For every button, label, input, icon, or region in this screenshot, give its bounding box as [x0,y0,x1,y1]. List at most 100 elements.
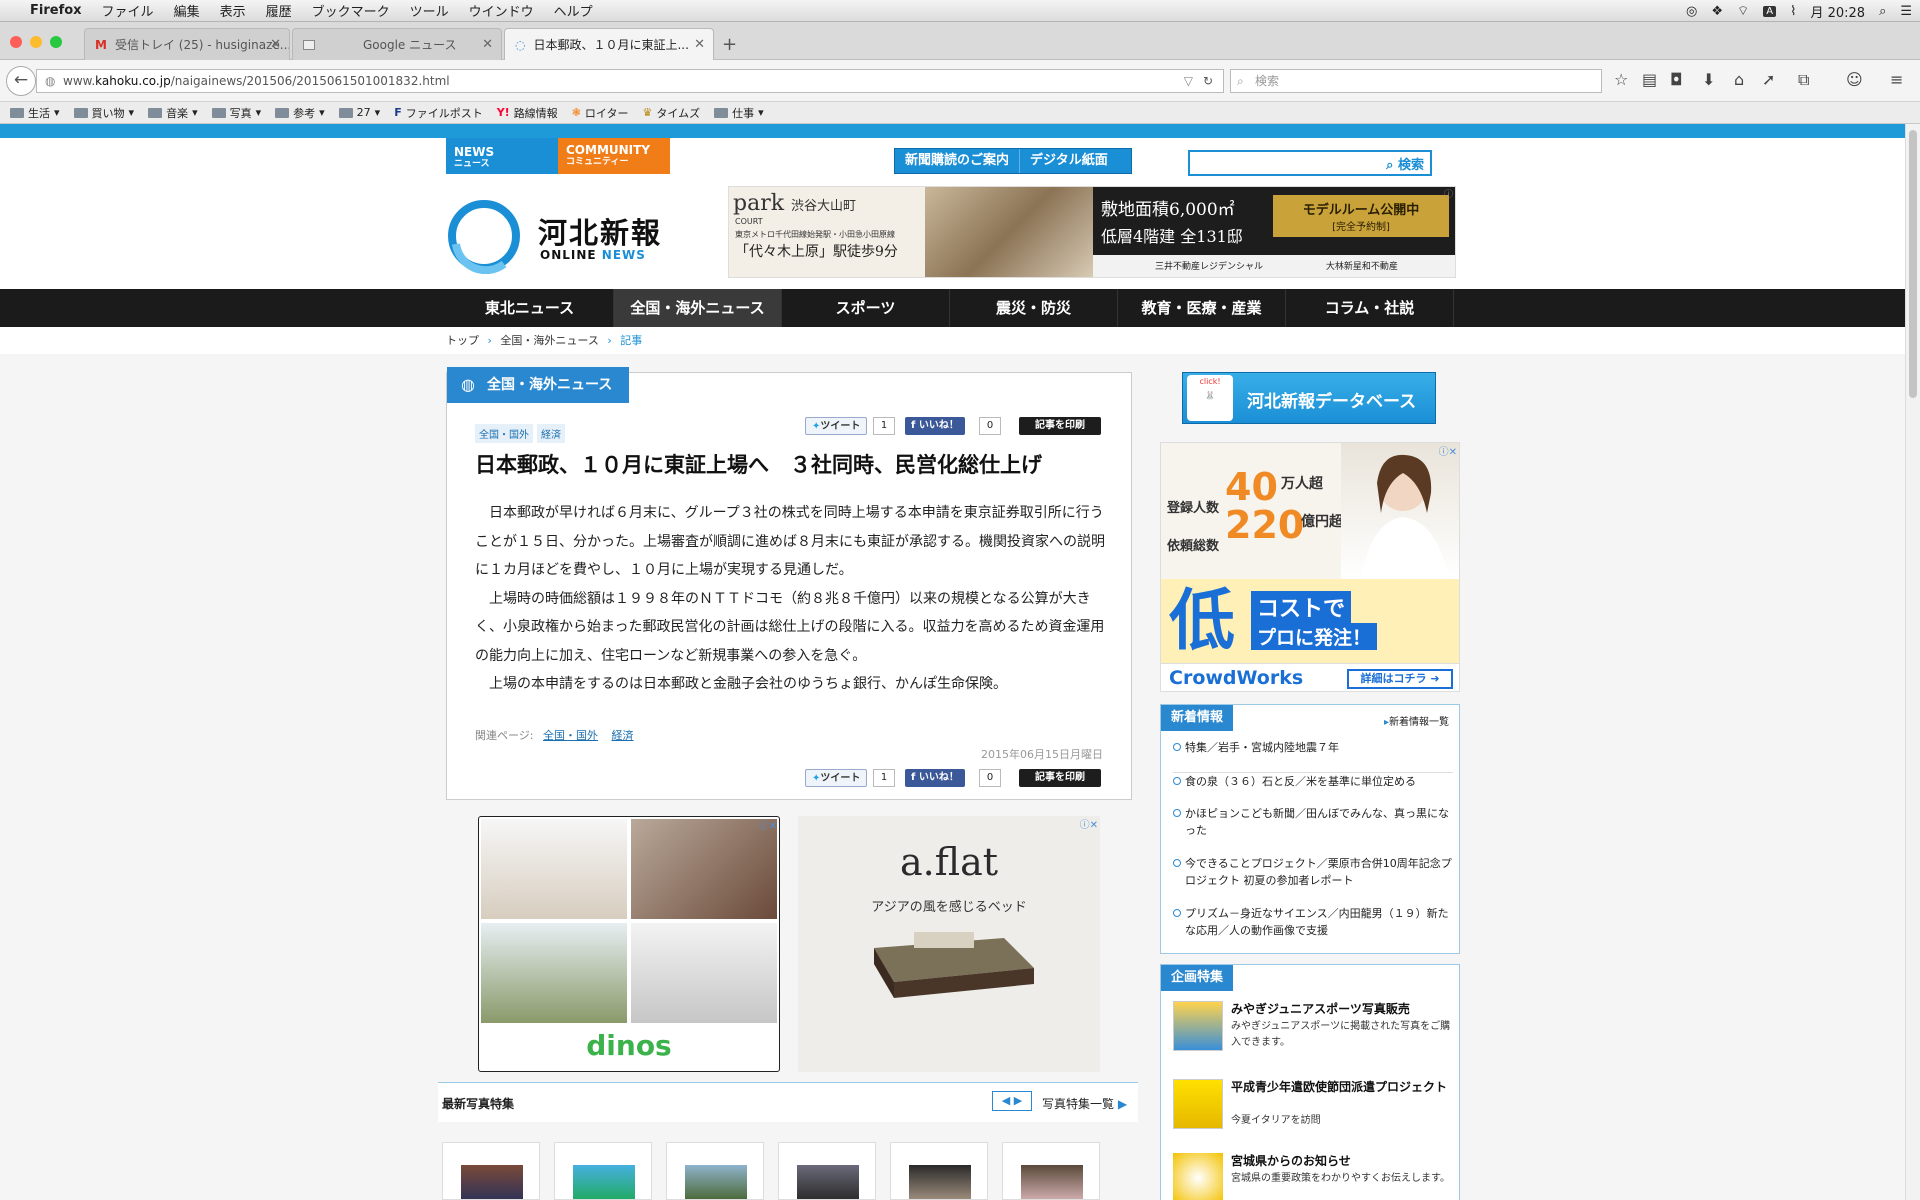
nav-national-world-news[interactable]: 全国・海外ニュース [614,289,782,327]
photo-thumbnail[interactable] [554,1142,652,1200]
close-icon[interactable]: ✕ [270,37,281,52]
menu-tools[interactable]: ツール [400,1,459,20]
spotlight-icon[interactable]: ⌕ [1879,4,1886,19]
feature-item[interactable]: 平成青少年遣欧使節団派遣プロジェクト 今夏イタリアを訪問 [1173,1079,1457,1135]
app-menu-firefox[interactable]: Firefox [20,3,92,18]
print-article-button[interactable]: 記事を印刷 [1019,769,1101,787]
bookmark-folder-shashin[interactable]: 写真 ▾ [211,105,261,121]
photo-thumbnail[interactable] [890,1142,988,1200]
tab-community[interactable]: COMMUNITY コミュニティー [558,138,670,174]
top-banner-ad[interactable]: park 渋谷大山町 COURT 東京メトロ千代田線始発駅・小田急小田原線 「代… [728,186,1456,278]
bookmark-star-icon[interactable]: ☆ [1614,70,1628,89]
new-info-all-link[interactable]: ▸新着情報一覧 [1384,713,1449,728]
tag-national[interactable]: 全国・国外 [475,424,533,443]
feature-item[interactable]: みやぎジュニアスポーツ写真販売 みやぎジュニアスポーツに掲載された写真をご購入で… [1173,1001,1457,1057]
creative-cloud-icon[interactable]: ◎ [1686,4,1697,19]
photo-thumbnail[interactable] [442,1142,540,1200]
breadcrumb-top[interactable]: トップ [446,334,479,347]
site-identity-icon[interactable]: ◍ [45,70,55,92]
pocket-icon[interactable]: ◘ [1670,70,1683,89]
new-tab-button[interactable]: + [722,34,737,55]
menu-file[interactable]: ファイル [92,1,164,20]
tab-gmail[interactable]: M 受信トレイ (25) - husiginaze... ✕ [84,28,290,60]
site-search-box[interactable]: ⌕ 検索 [1188,150,1432,176]
menu-bookmarks[interactable]: ブックマーク [302,1,400,20]
download-icon[interactable]: ⬇ [1702,70,1715,89]
arrow-left-icon[interactable]: ◀ [1002,1094,1010,1107]
dinos-ad[interactable]: dinos ⓘ✕ [478,816,780,1072]
adchoices-icon[interactable]: ⓘ✕ [1439,443,1457,458]
close-icon[interactable]: ✕ [694,37,705,52]
aflat-ad[interactable]: a.flat アジアの風を感じるベッド ⓘ✕ [798,816,1100,1072]
tab-kahoku-article[interactable]: ◌ 日本郵政、１０月に東証上... ✕ [504,28,714,60]
dropbox-icon[interactable]: ❖ [1711,4,1723,19]
url-dropdown-icon[interactable]: ▽ [1184,70,1193,92]
breadcrumb-category[interactable]: 全国・海外ニュース [500,334,598,347]
news-item[interactable]: 食の泉（３６）石と反／米を基準に単位定める [1173,772,1453,790]
bookmark-folder-shigoto[interactable]: 仕事 ▾ [714,105,764,121]
news-item[interactable]: 今できることプロジェクト／栗原市合併10周年記念プロジェクト 初夏の参加者レポー… [1173,855,1453,889]
minimize-window-button[interactable] [30,36,42,48]
facebook-like-button[interactable]: f いいね！ [905,417,965,435]
bookmark-folder-seikatsu[interactable]: 生活 ▾ [10,105,60,121]
kahoku-database-banner[interactable]: click! 🐰 河北新報データベース [1182,372,1436,424]
bookmark-folder-kaimono[interactable]: 買い物 ▾ [73,105,134,121]
tag-economy[interactable]: 経済 [537,424,565,443]
adchoices-icon[interactable]: ⓘ [1444,187,1453,200]
nav-sports[interactable]: スポーツ [782,289,950,327]
nav-education-medical-industry[interactable]: 教育・医療・産業 [1118,289,1286,327]
bookmark-reuters[interactable]: ❃ ロイター [572,105,629,121]
translate-icon[interactable]: ⧉ [1798,70,1809,90]
send-icon[interactable]: ➚ [1762,70,1775,89]
reload-icon[interactable]: ↻ [1203,70,1213,92]
input-source-indicator[interactable]: A [1763,5,1777,17]
nav-tohoku-news[interactable]: 東北ニュース [446,289,614,327]
news-item[interactable]: プリズム－身近なサイエンス／内田龍男（１９）新たな応用／人の動作画像で支援 [1173,905,1453,939]
chat-icon[interactable]: ☺ [1846,70,1863,89]
menu-history[interactable]: 履歴 [256,1,302,20]
home-icon[interactable]: ⌂ [1734,70,1744,89]
url-bar[interactable]: ◍ www.kahoku.co.jp/naigainews/201506/201… [36,69,1224,93]
site-logo-title[interactable]: 河北新報 [538,210,662,252]
print-article-button[interactable]: 記事を印刷 [1019,417,1101,435]
wifi-icon[interactable]: ⌇ [1790,4,1796,19]
menu-help[interactable]: ヘルプ [544,1,603,20]
site-search-button[interactable]: ⌕ 検索 [1386,154,1424,173]
reading-list-icon[interactable]: ▤ [1642,70,1657,89]
related-link-national[interactable]: 全国・国外 [543,729,598,742]
news-item[interactable]: 特集／岩手・宮城内陸地震７年 [1173,739,1453,756]
menu-window[interactable]: ウインドウ [459,1,544,20]
broadcast-icon[interactable]: ⌔ [1737,3,1749,19]
news-item[interactable]: かほピョンこども新聞／田んぼでみんな、真っ黒になった [1173,805,1453,839]
tab-google-news[interactable]: Google ニュース ✕ [292,28,502,60]
feature-item[interactable]: 宮城県からのお知らせ 宮城県の重要政策をわかりやすくお伝えします。 [1173,1153,1457,1200]
back-button[interactable]: ← [6,66,36,96]
notification-center-icon[interactable]: ☰ [1900,4,1912,19]
page-scrollbar[interactable] [1905,124,1920,1200]
tweet-button[interactable]: ✦ツイート [805,769,868,787]
subscribe-link[interactable]: 新聞購読のご案内 [895,149,1021,173]
close-window-button[interactable] [10,36,22,48]
hamburger-menu-icon[interactable]: ≡ [1890,70,1903,89]
digital-edition-link[interactable]: デジタル紙面 [1020,149,1118,173]
menubar-clock[interactable]: 月 20:28 [1810,2,1865,21]
photo-carousel-arrows[interactable]: ◀ ▶ [992,1091,1032,1111]
tweet-button[interactable]: ✦ツイート [805,417,868,435]
photo-list-link[interactable]: 写真特集一覧 ▶ [1042,1095,1127,1112]
facebook-like-button[interactable]: f いいね！ [905,769,965,787]
photo-thumbnail[interactable] [666,1142,764,1200]
related-link-economy[interactable]: 経済 [612,729,634,742]
adchoices-icon[interactable]: ⓘ✕ [1080,816,1098,831]
article-category-label[interactable]: ◍ 全国・海外ニュース [447,367,629,403]
arrow-right-icon[interactable]: ▶ [1010,1094,1022,1107]
menu-view[interactable]: 表示 [210,1,256,20]
nav-disaster[interactable]: 震災・防災 [950,289,1118,327]
menu-edit[interactable]: 編集 [164,1,210,20]
bookmark-rosen[interactable]: Y! 路線情報 [497,105,558,121]
kahoku-logo-icon[interactable] [446,198,522,275]
bookmark-folder-27[interactable]: 27 ▾ [338,106,380,119]
cw-cta-button[interactable]: 詳細はコチラ ➜ [1347,669,1453,689]
search-bar[interactable]: ⌕ 検索 [1230,69,1602,93]
bookmark-times[interactable]: ♛ タイムズ [642,105,700,121]
tab-news[interactable]: NEWS ニュース [446,138,558,174]
